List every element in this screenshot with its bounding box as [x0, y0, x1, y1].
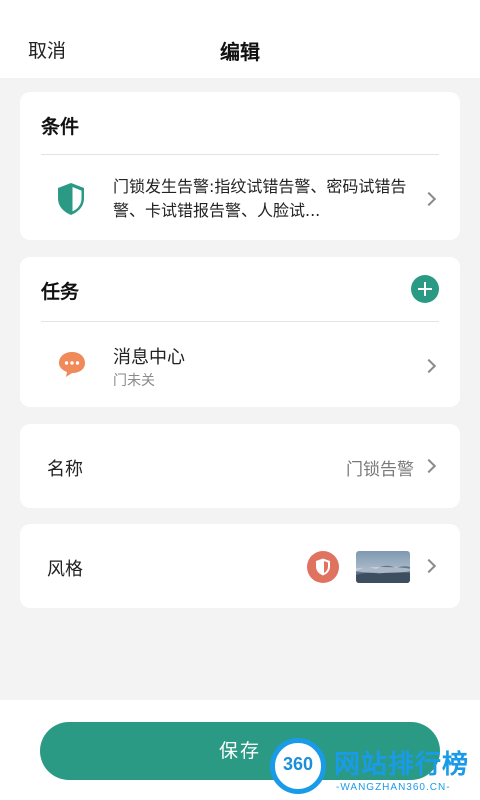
- landscape-thumbnail[interactable]: [356, 551, 410, 583]
- page-title: 编辑: [220, 40, 260, 64]
- task-item-title[interactable]: 消息中心: [113, 343, 185, 369]
- shield-icon: [58, 183, 84, 215]
- style-shield-icon[interactable]: [307, 551, 339, 583]
- name-row[interactable]: 名称 门锁告警: [20, 424, 460, 508]
- name-value: 门锁告警: [346, 460, 414, 480]
- watermark-number: 360: [282, 754, 314, 774]
- task-heading: 任务: [41, 281, 80, 303]
- chat-bubble-icon: [59, 352, 85, 377]
- watermark-url: -WANGZHAN360.CN-: [336, 782, 451, 793]
- condition-description[interactable]: 门锁发生告警:指纹试错告警、密码试错告警、卡试错报告警、人脸试...: [113, 175, 413, 223]
- watermark: 360 网站排行榜 -WANGZHAN360.CN-: [270, 738, 480, 800]
- watermark-name: 网站排行榜: [334, 750, 470, 780]
- divider: [41, 321, 439, 322]
- chevron-right-icon[interactable]: [421, 191, 437, 207]
- divider: [41, 154, 439, 155]
- chevron-right-icon[interactable]: [421, 358, 437, 374]
- name-label: 名称: [47, 459, 83, 480]
- condition-heading: 条件: [41, 116, 80, 138]
- task-card: 任务 消息中心 门未关: [20, 257, 460, 407]
- chevron-right-icon[interactable]: [421, 558, 437, 574]
- style-row[interactable]: 风格: [20, 524, 460, 608]
- add-task-button[interactable]: [411, 275, 439, 303]
- top-bar: 取消 编辑: [0, 0, 480, 78]
- chevron-right-icon[interactable]: [421, 458, 437, 474]
- condition-card: 条件 门锁发生告警:指纹试错告警、密码试错告警、卡试错报告警、人脸试...: [20, 92, 460, 240]
- style-label: 风格: [47, 559, 83, 580]
- task-item-subtitle: 门未关: [113, 373, 155, 389]
